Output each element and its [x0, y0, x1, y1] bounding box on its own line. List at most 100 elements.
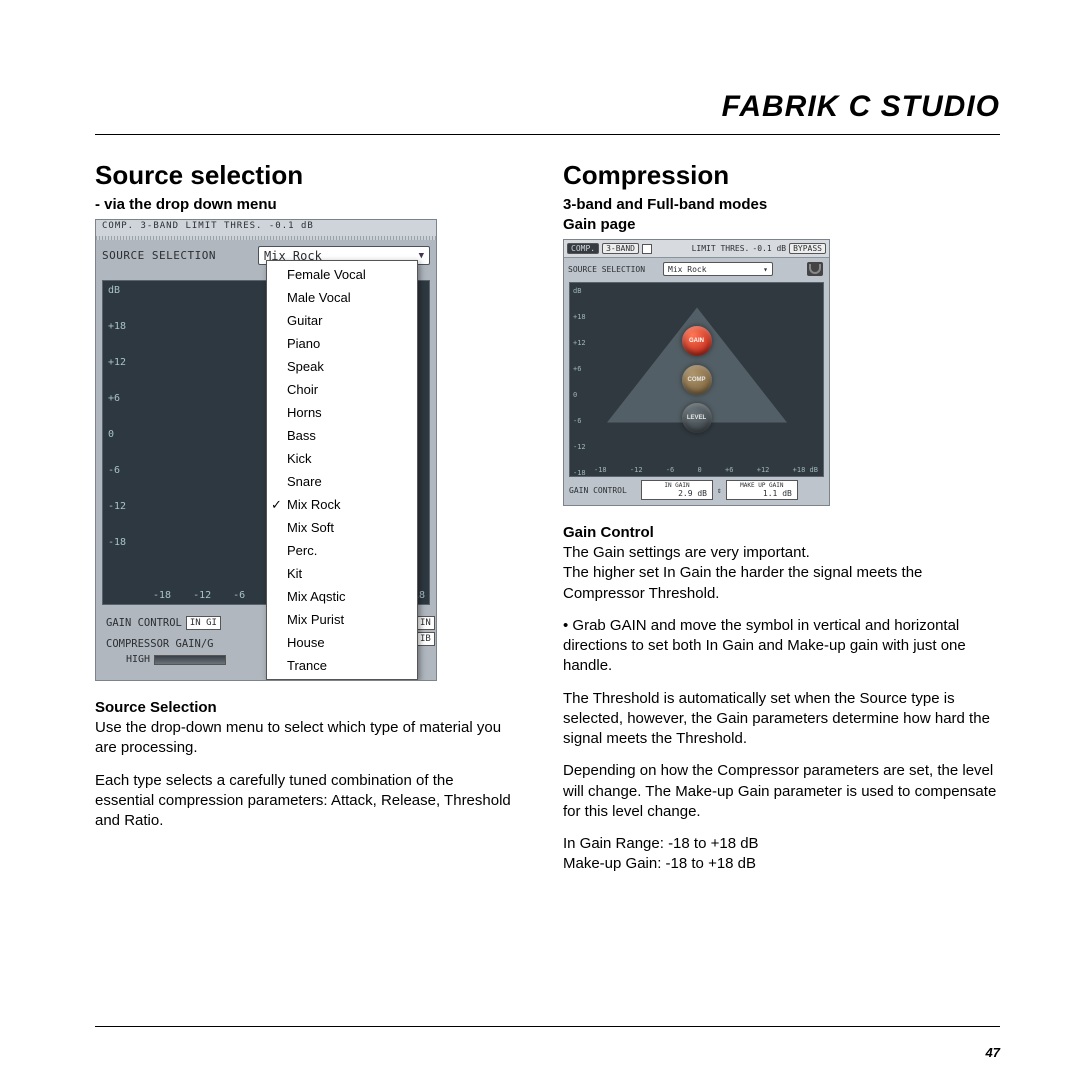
compression-sub1: 3-band and Full-band modes	[563, 196, 1000, 213]
page-number: 47	[986, 1045, 1000, 1060]
ytick: -18	[108, 538, 126, 548]
ytick: 0	[108, 430, 126, 440]
high-label: HIGH	[126, 654, 150, 665]
in-gain-readout[interactable]: IN GAIN 2.9 dB	[641, 480, 713, 500]
page-title: FABRIK C STUDIO	[95, 90, 1000, 124]
in-clip: IN	[416, 616, 435, 630]
gain-control-sub: Gain Control	[563, 524, 1000, 541]
ytick: -12	[573, 443, 586, 451]
source-row-2: SOURCE SELECTION Mix Rock ▾	[564, 258, 829, 280]
dropdown-item[interactable]: Female Vocal	[267, 263, 417, 286]
in-gain-value: 2.9 dB	[647, 489, 707, 498]
xtick: 0	[698, 466, 702, 474]
xtick: +12	[757, 466, 770, 474]
high-row: HIGH	[126, 654, 226, 665]
xtick: -6	[233, 590, 245, 601]
comp-knob[interactable]: COMP	[682, 365, 712, 395]
dropdown-item[interactable]: Mix Soft	[267, 516, 417, 539]
in-gain-label: IN GAIN	[647, 482, 707, 489]
dropdown-item[interactable]: Bass	[267, 424, 417, 447]
source-selection-screenshot: COMP. 3-BAND LIMIT THRES. -0.1 dB SOURCE…	[95, 219, 437, 681]
level-knob[interactable]: LEVEL	[682, 403, 712, 433]
in-gain-clip: IN GI	[186, 616, 221, 630]
compression-heading: Compression	[563, 160, 1000, 191]
ytick: -6	[573, 417, 586, 425]
gc-body-7: Make-up Gain: -18 to +18 dB	[563, 854, 1000, 874]
xtick: -12	[630, 466, 643, 474]
src-label-2: SOURCE SELECTION	[568, 265, 660, 274]
x2-ticks: -18 -12 -6 0 +6 +12 +18 dB	[594, 466, 818, 474]
gc-body-3: • Grab GAIN and move the symbol in verti…	[563, 616, 1000, 677]
dropdown-arrow-icon: ▼	[419, 251, 424, 261]
bottom-rule	[95, 1026, 1000, 1027]
gc-body-2: The higher set In Gain the harder the si…	[563, 563, 1000, 604]
makeup-label: MAKE UP GAIN	[732, 482, 792, 489]
top-rule	[95, 134, 1000, 135]
gain-control-label-2: GAIN CONTROL	[569, 486, 637, 495]
dropdown-item[interactable]: Mix Rock	[267, 493, 417, 516]
dropdown-item[interactable]: Male Vocal	[267, 286, 417, 309]
dropdown-item[interactable]: Mix Aqstic	[267, 585, 417, 608]
xtick: -18	[153, 590, 171, 601]
ib-clip: IB	[416, 632, 435, 646]
high-meter	[154, 655, 226, 665]
ytick: 0	[573, 391, 586, 399]
dropdown-item[interactable]: Horns	[267, 401, 417, 424]
compression-sub2: Gain page	[563, 216, 1000, 233]
ytick: +12	[573, 339, 586, 347]
source-selection-sub: - via the drop down menu	[95, 196, 513, 213]
y-ticks: dB +18 +12 +6 0 -6 -12 -18	[108, 286, 126, 548]
dropdown-item[interactable]: Choir	[267, 378, 417, 401]
gc-body-1: The Gain settings are very important.	[563, 543, 1000, 563]
source-selection-heading: Source selection	[95, 160, 513, 191]
ytick: -18	[573, 469, 586, 477]
ytick: +18	[573, 313, 586, 321]
gain-control-label: GAIN CONTROL	[106, 617, 182, 629]
columns: Source selection - via the drop down men…	[95, 160, 1000, 887]
band-chip[interactable]: 3-BAND	[602, 243, 639, 254]
dropdown-item[interactable]: House	[267, 631, 417, 654]
xtick: +18 dB	[793, 466, 818, 474]
dropdown-item[interactable]: Piano	[267, 332, 417, 355]
left-column: Source selection - via the drop down men…	[95, 160, 513, 887]
dropdown-item[interactable]: Kick	[267, 447, 417, 470]
src-dropdown-2[interactable]: Mix Rock ▾	[663, 262, 773, 276]
dropdown-item[interactable]: Speak	[267, 355, 417, 378]
dropdown-item[interactable]: Guitar	[267, 309, 417, 332]
y2-ticks: dB +18 +12 +6 0 -6 -12 -18	[573, 287, 586, 477]
gc-body-6: In Gain Range: -18 to +18 dB	[563, 834, 1000, 854]
link-icon: ⇕	[717, 486, 722, 495]
gain-knob[interactable]: GAIN	[682, 326, 712, 356]
dropdown-item[interactable]: Mix Purist	[267, 608, 417, 631]
dropdown-item[interactable]: Snare	[267, 470, 417, 493]
gc-body-5: Depending on how the Compressor paramete…	[563, 761, 1000, 822]
source-selection-body2: Each type selects a carefully tuned comb…	[95, 771, 513, 832]
source-selection-label: SOURCE SELECTION	[102, 249, 252, 262]
makeup-value: 1.1 dB	[732, 489, 792, 498]
comp-chip[interactable]: COMP.	[567, 243, 599, 254]
xtick: -6	[666, 466, 674, 474]
band-checkbox[interactable]	[642, 244, 652, 254]
x-ticks: -18 -12 -6	[153, 590, 245, 601]
dropdown-item[interactable]: Perc.	[267, 539, 417, 562]
dropdown-open-list[interactable]: Female VocalMale VocalGuitarPianoSpeakCh…	[266, 260, 418, 680]
page: FABRIK C STUDIO Source selection - via t…	[0, 0, 1080, 1080]
dropdown-item[interactable]: Trance	[267, 654, 417, 677]
dropdown-item[interactable]: Kit	[267, 562, 417, 585]
xtick: -18	[594, 466, 607, 474]
gain-topbar: COMP. 3-BAND LIMIT THRES. -0.1 dB BYPASS	[564, 240, 829, 258]
gain-page-screenshot: COMP. 3-BAND LIMIT THRES. -0.1 dB BYPASS…	[563, 239, 830, 506]
limit-label: LIMIT THRES.	[692, 244, 750, 253]
ytick: -6	[108, 466, 126, 476]
src-value-2: Mix Rock	[668, 265, 707, 274]
makeup-gain-readout[interactable]: MAKE UP GAIN 1.1 dB	[726, 480, 798, 500]
gain-graph[interactable]: dB +18 +12 +6 0 -6 -12 -18 -18 -12 -6 0	[569, 282, 824, 477]
bypass-button[interactable]: BYPASS	[789, 243, 826, 254]
headphone-icon	[807, 262, 823, 276]
gc-body-4: The Threshold is automatically set when …	[563, 689, 1000, 750]
ytick: dB	[573, 287, 586, 295]
source-selection-body1: Use the drop-down menu to select which t…	[95, 718, 513, 759]
ytick: +12	[108, 358, 126, 368]
xtick: +6	[725, 466, 733, 474]
gain-control-row: GAIN CONTROL IN GI IN IB	[106, 616, 221, 630]
